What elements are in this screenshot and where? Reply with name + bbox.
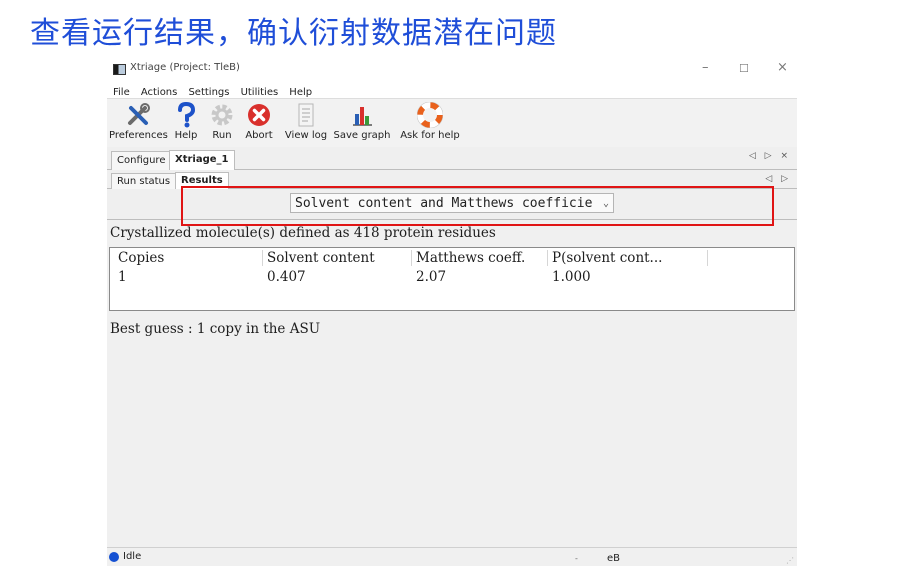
menu-file[interactable]: File bbox=[113, 87, 130, 98]
ask-for-help-label: Ask for help bbox=[400, 130, 460, 141]
table-cell[interactable]: 1 bbox=[118, 269, 127, 285]
abort-button[interactable]: Abort bbox=[241, 102, 277, 146]
column-header[interactable]: P(solvent cont... bbox=[552, 250, 662, 266]
menu-bar: File Actions Settings Utilities Help bbox=[107, 80, 797, 98]
preferences-label: Preferences bbox=[109, 130, 168, 141]
best-guess-text: Best guess : 1 copy in the ASU bbox=[110, 321, 321, 337]
abort-icon bbox=[248, 104, 270, 126]
minimize-button[interactable]: – bbox=[702, 60, 709, 75]
column-divider bbox=[262, 250, 263, 266]
tab-configure[interactable]: Configure bbox=[111, 151, 172, 170]
job-tab-bar: Configure Xtriage_1 ◁ ▷ × bbox=[107, 147, 797, 170]
menu-utilities[interactable]: Utilities bbox=[241, 87, 279, 98]
table-cell[interactable]: 0.407 bbox=[267, 269, 306, 285]
ask-for-help-button[interactable]: Ask for help bbox=[399, 102, 461, 146]
tab-xtriage-1[interactable]: Xtriage_1 bbox=[169, 150, 235, 170]
view-log-label: View log bbox=[284, 130, 328, 141]
maximize-button[interactable]: ☐ bbox=[739, 62, 749, 75]
column-divider bbox=[547, 250, 548, 266]
preferences-button[interactable]: Preferences bbox=[109, 102, 168, 146]
close-button[interactable]: × bbox=[777, 60, 788, 75]
subtab-scroll-arrows[interactable]: ◁ ▷ bbox=[765, 174, 791, 184]
run-button[interactable]: Run bbox=[206, 102, 238, 146]
app-icon bbox=[113, 64, 126, 75]
tab-scroll-arrows[interactable]: ◁ ▷ × bbox=[749, 151, 791, 161]
table-cell[interactable]: 2.07 bbox=[416, 269, 446, 285]
save-graph-label: Save graph bbox=[333, 130, 391, 141]
tools-icon bbox=[128, 103, 150, 125]
column-header[interactable]: Solvent content bbox=[267, 250, 375, 266]
help-button[interactable]: Help bbox=[169, 102, 203, 146]
column-divider bbox=[411, 250, 412, 266]
column-divider bbox=[707, 250, 708, 266]
gear-icon bbox=[211, 104, 233, 126]
title-bar: Xtriage (Project: TleB) – ☐ × bbox=[107, 58, 797, 80]
menu-settings[interactable]: Settings bbox=[188, 87, 229, 98]
column-header[interactable]: Copies bbox=[118, 250, 164, 266]
solvent-table[interactable]: Copies Solvent content Matthews coeff. P… bbox=[109, 247, 795, 311]
status-bar: Idle - eB ⋰ bbox=[107, 547, 797, 566]
tab-run-status[interactable]: Run status bbox=[111, 173, 177, 189]
menu-actions[interactable]: Actions bbox=[141, 87, 178, 98]
lifebuoy-icon bbox=[417, 102, 443, 128]
toolbar: Preferences Help Run Abort View log Save… bbox=[107, 98, 797, 148]
xtriage-window: Xtriage (Project: TleB) – ☐ × File Actio… bbox=[107, 58, 797, 566]
log-icon bbox=[298, 103, 314, 127]
abort-label: Abort bbox=[245, 130, 273, 141]
column-header[interactable]: Matthews coeff. bbox=[416, 250, 525, 266]
window-title: Xtriage (Project: TleB) bbox=[130, 62, 240, 73]
question-icon bbox=[178, 102, 196, 128]
residue-summary: Crystallized molecule(s) defined as 418 … bbox=[110, 225, 496, 241]
resize-grip-icon[interactable]: ⋰ bbox=[786, 556, 794, 565]
save-graph-button[interactable]: Save graph bbox=[333, 102, 391, 146]
table-cell[interactable]: 1.000 bbox=[552, 269, 591, 285]
status-separator: - bbox=[575, 554, 578, 563]
run-label: Run bbox=[212, 130, 232, 141]
view-log-button[interactable]: View log bbox=[281, 102, 331, 146]
status-right-text: eB bbox=[607, 553, 621, 564]
status-text: Idle bbox=[123, 551, 142, 562]
help-label: Help bbox=[174, 130, 198, 141]
highlight-annotation bbox=[181, 186, 774, 226]
bar-chart-icon bbox=[353, 107, 372, 126]
menu-help[interactable]: Help bbox=[289, 87, 312, 98]
status-indicator bbox=[109, 552, 119, 562]
slide-title: 查看运行结果，确认衍射数据潜在问题 bbox=[30, 16, 557, 51]
results-panel: Crystallized molecule(s) defined as 418 … bbox=[107, 220, 797, 547]
